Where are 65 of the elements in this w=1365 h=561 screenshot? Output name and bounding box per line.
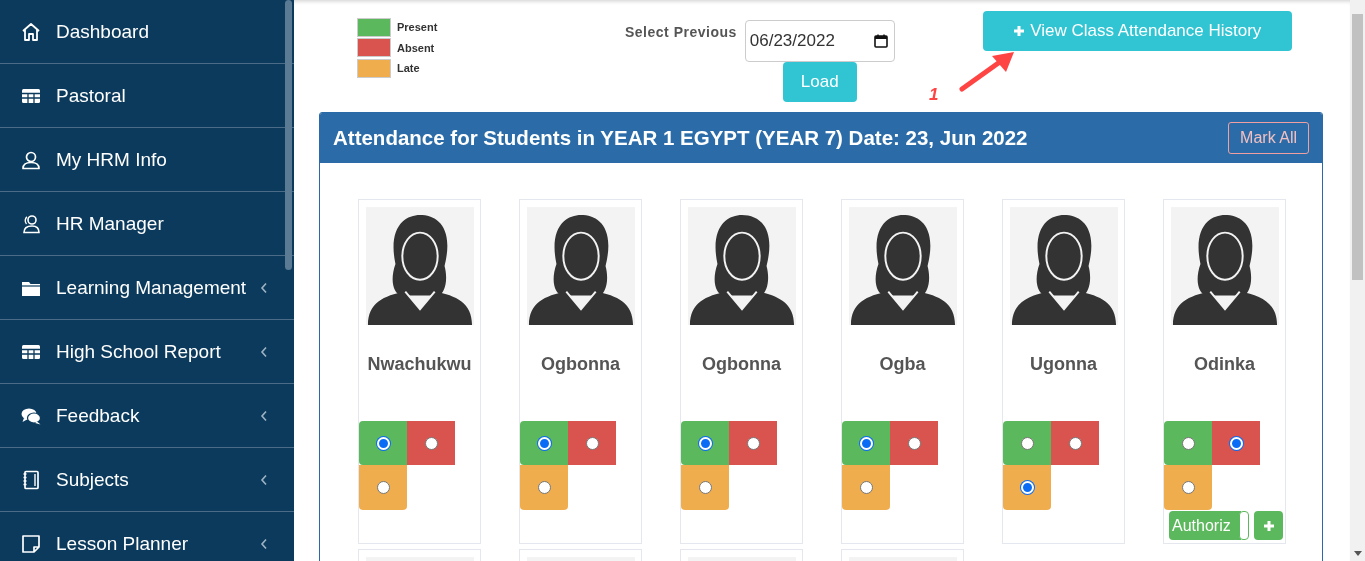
student-name: Ogba bbox=[879, 354, 926, 375]
add-button[interactable] bbox=[1254, 511, 1283, 540]
radio-button[interactable] bbox=[1068, 436, 1082, 450]
plus-icon bbox=[1013, 25, 1026, 37]
radio-button[interactable] bbox=[1181, 436, 1195, 450]
sidebar-item[interactable]: Feedback bbox=[0, 384, 294, 448]
radio-button[interactable] bbox=[746, 436, 760, 450]
radio-button[interactable] bbox=[424, 436, 438, 450]
late-option[interactable] bbox=[1003, 465, 1051, 510]
absent-option[interactable] bbox=[1051, 421, 1099, 465]
student-name: Ugonna bbox=[1030, 354, 1097, 375]
absent-option[interactable] bbox=[729, 421, 777, 465]
user-icon bbox=[21, 149, 41, 170]
users-icon bbox=[21, 213, 41, 234]
student-name: Odinka bbox=[1194, 354, 1255, 375]
late-option[interactable] bbox=[842, 465, 890, 510]
panel-title: Attendance for Students in YEAR 1 EGYPT (YEAR 7) Date: 23, Jun 2022 bbox=[333, 126, 1028, 150]
radio-button[interactable] bbox=[376, 481, 390, 494]
notebook-icon bbox=[21, 469, 41, 490]
avatar-icon bbox=[1009, 206, 1118, 326]
late-option[interactable] bbox=[681, 465, 729, 510]
absent-option[interactable] bbox=[890, 421, 938, 465]
present-option[interactable] bbox=[359, 421, 407, 465]
late-option[interactable] bbox=[520, 465, 568, 510]
sidebar-item[interactable]: Lesson Planner bbox=[0, 512, 294, 561]
present-option[interactable] bbox=[842, 421, 890, 465]
annotation-number: 1 bbox=[929, 85, 939, 105]
date-field[interactable]: 06/23/2022 bbox=[744, 20, 895, 62]
avatar-icon bbox=[687, 206, 796, 326]
late-option[interactable] bbox=[359, 465, 407, 510]
radio-button[interactable] bbox=[698, 481, 712, 494]
scrollbar[interactable] bbox=[285, 0, 292, 270]
student-name: Ogbonna bbox=[541, 354, 620, 375]
student-name: Ogbonna bbox=[702, 354, 781, 375]
radio-button[interactable] bbox=[1020, 436, 1034, 450]
toggle-knob[interactable] bbox=[1239, 511, 1249, 540]
student-name: Nwachukwu bbox=[367, 354, 472, 375]
present-option[interactable] bbox=[1164, 421, 1212, 465]
radio-button[interactable] bbox=[1181, 481, 1195, 494]
legend-label: Late bbox=[397, 62, 420, 75]
avatar-icon bbox=[365, 206, 474, 326]
radio-button[interactable] bbox=[537, 481, 551, 494]
avatar-icon bbox=[526, 206, 635, 326]
present-option[interactable] bbox=[681, 421, 729, 465]
radio-button[interactable] bbox=[585, 436, 599, 450]
calendar-icon bbox=[873, 34, 888, 48]
legend-label: Present bbox=[397, 21, 438, 34]
absent-option[interactable] bbox=[1212, 421, 1260, 465]
sidebar-item[interactable]: Subjects bbox=[0, 448, 294, 512]
home-icon bbox=[21, 21, 41, 42]
scrollbar[interactable] bbox=[1350, 0, 1365, 561]
sidebar-item[interactable]: High School Report bbox=[0, 320, 294, 384]
avatar-icon bbox=[848, 206, 957, 326]
radio-button[interactable] bbox=[907, 436, 921, 450]
absent-option[interactable] bbox=[407, 421, 455, 465]
radio-button[interactable] bbox=[859, 481, 873, 494]
absent-option[interactable] bbox=[568, 421, 616, 465]
present-option[interactable] bbox=[1003, 421, 1051, 465]
present-option[interactable] bbox=[520, 421, 568, 465]
note-icon bbox=[21, 533, 41, 554]
select-previous-label: Select Previous bbox=[625, 24, 737, 40]
legend-label: Absent bbox=[397, 41, 435, 54]
plus-icon bbox=[1262, 519, 1275, 532]
late-option[interactable] bbox=[1164, 465, 1212, 510]
avatar-icon bbox=[1170, 206, 1279, 326]
